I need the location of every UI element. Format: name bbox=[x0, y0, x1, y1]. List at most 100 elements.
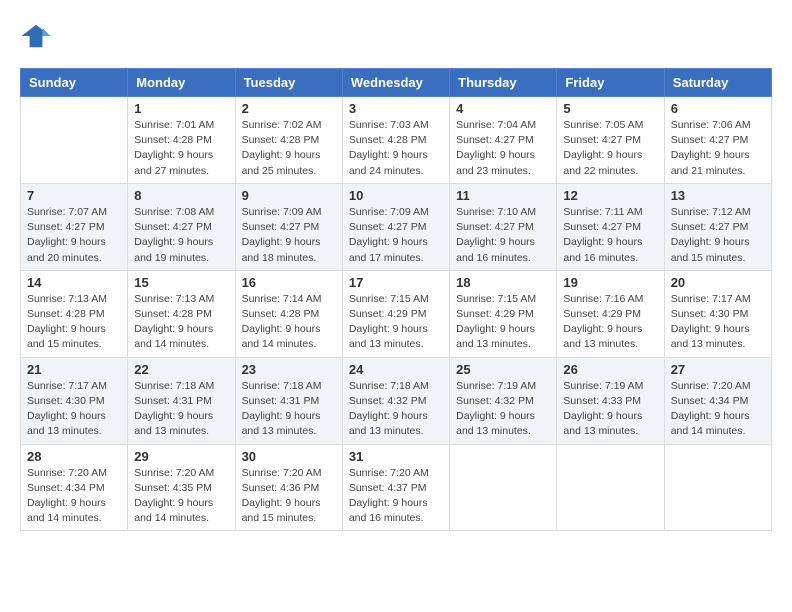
calendar-table: SundayMondayTuesdayWednesdayThursdayFrid… bbox=[20, 68, 772, 531]
day-number: 31 bbox=[349, 449, 443, 464]
day-info: Sunrise: 7:19 AM Sunset: 4:32 PM Dayligh… bbox=[456, 379, 550, 440]
calendar-cell: 14 Sunrise: 7:13 AM Sunset: 4:28 PM Dayli… bbox=[21, 270, 128, 357]
weekday-header: Monday bbox=[128, 69, 235, 97]
weekday-header: Friday bbox=[557, 69, 664, 97]
day-number: 16 bbox=[242, 275, 336, 290]
day-number: 30 bbox=[242, 449, 336, 464]
calendar-cell: 8 Sunrise: 7:08 AM Sunset: 4:27 PM Daylig… bbox=[128, 183, 235, 270]
day-info: Sunrise: 7:20 AM Sunset: 4:37 PM Dayligh… bbox=[349, 466, 443, 527]
day-number: 13 bbox=[671, 188, 765, 203]
calendar-cell: 24Sunrise: 7:18 AM Sunset: 4:32 PM Dayli… bbox=[342, 357, 449, 444]
weekday-header: Saturday bbox=[664, 69, 771, 97]
day-number: 20 bbox=[671, 275, 765, 290]
calendar-cell: 26 Sunrise: 7:19 AM Sunset: 4:33 PM Dayli… bbox=[557, 357, 664, 444]
day-info: Sunrise: 7:09 AM Sunset: 4:27 PM Dayligh… bbox=[242, 205, 336, 266]
weekday-header: Wednesday bbox=[342, 69, 449, 97]
day-info: Sunrise: 7:08 AM Sunset: 4:27 PM Dayligh… bbox=[134, 205, 228, 266]
day-number: 10 bbox=[349, 188, 443, 203]
calendar-cell: 16 Sunrise: 7:14 AM Sunset: 4:28 PM Dayli… bbox=[235, 270, 342, 357]
day-info: Sunrise: 7:20 AM Sunset: 4:36 PM Dayligh… bbox=[242, 466, 336, 527]
day-info: Sunrise: 7:16 AM Sunset: 4:29 PM Dayligh… bbox=[563, 292, 657, 353]
day-info: Sunrise: 7:18 AM Sunset: 4:31 PM Dayligh… bbox=[242, 379, 336, 440]
day-info: Sunrise: 7:17 AM Sunset: 4:30 PM Dayligh… bbox=[671, 292, 765, 353]
day-number: 28 bbox=[27, 449, 121, 464]
day-number: 3 bbox=[349, 101, 443, 116]
day-number: 11 bbox=[456, 188, 550, 203]
calendar-cell: 4 Sunrise: 7:04 AM Sunset: 4:27 PM Daylig… bbox=[450, 97, 557, 184]
day-info: Sunrise: 7:13 AM Sunset: 4:28 PM Dayligh… bbox=[27, 292, 121, 353]
calendar-cell: 10Sunrise: 7:09 AM Sunset: 4:27 PM Dayli… bbox=[342, 183, 449, 270]
day-info: Sunrise: 7:17 AM Sunset: 4:30 PM Dayligh… bbox=[27, 379, 121, 440]
day-info: Sunrise: 7:03 AM Sunset: 4:28 PM Dayligh… bbox=[349, 118, 443, 179]
calendar-cell: 20 Sunrise: 7:17 AM Sunset: 4:30 PM Dayli… bbox=[664, 270, 771, 357]
day-info: Sunrise: 7:10 AM Sunset: 4:27 PM Dayligh… bbox=[456, 205, 550, 266]
weekday-header: Sunday bbox=[21, 69, 128, 97]
day-info: Sunrise: 7:12 AM Sunset: 4:27 PM Dayligh… bbox=[671, 205, 765, 266]
logo bbox=[20, 20, 56, 52]
weekday-header: Tuesday bbox=[235, 69, 342, 97]
day-info: Sunrise: 7:07 AM Sunset: 4:27 PM Dayligh… bbox=[27, 205, 121, 266]
calendar-cell: 3 Sunrise: 7:03 AM Sunset: 4:28 PM Daylig… bbox=[342, 97, 449, 184]
calendar-cell bbox=[450, 444, 557, 531]
day-info: Sunrise: 7:06 AM Sunset: 4:27 PM Dayligh… bbox=[671, 118, 765, 179]
calendar-cell bbox=[664, 444, 771, 531]
day-info: Sunrise: 7:14 AM Sunset: 4:28 PM Dayligh… bbox=[242, 292, 336, 353]
day-info: Sunrise: 7:15 AM Sunset: 4:29 PM Dayligh… bbox=[456, 292, 550, 353]
day-info: Sunrise: 7:20 AM Sunset: 4:34 PM Dayligh… bbox=[671, 379, 765, 440]
calendar-cell: 29 Sunrise: 7:20 AM Sunset: 4:35 PM Dayli… bbox=[128, 444, 235, 531]
day-info: Sunrise: 7:11 AM Sunset: 4:27 PM Dayligh… bbox=[563, 205, 657, 266]
calendar-cell: 7 Sunrise: 7:07 AM Sunset: 4:27 PM Daylig… bbox=[21, 183, 128, 270]
day-number: 26 bbox=[563, 362, 657, 377]
calendar-cell bbox=[21, 97, 128, 184]
day-number: 19 bbox=[563, 275, 657, 290]
day-info: Sunrise: 7:18 AM Sunset: 4:32 PM Dayligh… bbox=[349, 379, 443, 440]
calendar-cell: 5 Sunrise: 7:05 AM Sunset: 4:27 PM Daylig… bbox=[557, 97, 664, 184]
calendar-cell: 28 Sunrise: 7:20 AM Sunset: 4:34 PM Dayli… bbox=[21, 444, 128, 531]
day-number: 23 bbox=[242, 362, 336, 377]
day-number: 14 bbox=[27, 275, 121, 290]
calendar-cell: 6Sunrise: 7:06 AM Sunset: 4:27 PM Daylig… bbox=[664, 97, 771, 184]
day-number: 27 bbox=[671, 362, 765, 377]
day-info: Sunrise: 7:05 AM Sunset: 4:27 PM Dayligh… bbox=[563, 118, 657, 179]
day-info: Sunrise: 7:19 AM Sunset: 4:33 PM Dayligh… bbox=[563, 379, 657, 440]
day-number: 4 bbox=[456, 101, 550, 116]
day-number: 29 bbox=[134, 449, 228, 464]
day-info: Sunrise: 7:20 AM Sunset: 4:35 PM Dayligh… bbox=[134, 466, 228, 527]
day-number: 17 bbox=[349, 275, 443, 290]
day-info: Sunrise: 7:04 AM Sunset: 4:27 PM Dayligh… bbox=[456, 118, 550, 179]
page-header bbox=[20, 20, 772, 52]
calendar-cell bbox=[557, 444, 664, 531]
calendar-cell: 30 Sunrise: 7:20 AM Sunset: 4:36 PM Dayli… bbox=[235, 444, 342, 531]
day-info: Sunrise: 7:13 AM Sunset: 4:28 PM Dayligh… bbox=[134, 292, 228, 353]
day-number: 1 bbox=[134, 101, 228, 116]
day-number: 2 bbox=[242, 101, 336, 116]
logo-bird-icon bbox=[20, 20, 52, 52]
calendar-cell: 31 Sunrise: 7:20 AM Sunset: 4:37 PM Dayli… bbox=[342, 444, 449, 531]
day-number: 5 bbox=[563, 101, 657, 116]
calendar-cell: 15 Sunrise: 7:13 AM Sunset: 4:28 PM Dayli… bbox=[128, 270, 235, 357]
logo-inner bbox=[20, 20, 56, 52]
day-info: Sunrise: 7:20 AM Sunset: 4:34 PM Dayligh… bbox=[27, 466, 121, 527]
calendar-cell: 17 Sunrise: 7:15 AM Sunset: 4:29 PM Dayli… bbox=[342, 270, 449, 357]
day-info: Sunrise: 7:02 AM Sunset: 4:28 PM Dayligh… bbox=[242, 118, 336, 179]
calendar-cell: 12Sunrise: 7:11 AM Sunset: 4:27 PM Dayli… bbox=[557, 183, 664, 270]
day-number: 15 bbox=[134, 275, 228, 290]
calendar-cell: 11 Sunrise: 7:10 AM Sunset: 4:27 PM Dayli… bbox=[450, 183, 557, 270]
day-info: Sunrise: 7:18 AM Sunset: 4:31 PM Dayligh… bbox=[134, 379, 228, 440]
day-info: Sunrise: 7:15 AM Sunset: 4:29 PM Dayligh… bbox=[349, 292, 443, 353]
day-number: 8 bbox=[134, 188, 228, 203]
calendar-cell: 1Sunrise: 7:01 AM Sunset: 4:28 PM Daylig… bbox=[128, 97, 235, 184]
calendar-cell: 13 Sunrise: 7:12 AM Sunset: 4:27 PM Dayli… bbox=[664, 183, 771, 270]
calendar-cell: 22 Sunrise: 7:18 AM Sunset: 4:31 PM Dayli… bbox=[128, 357, 235, 444]
calendar-cell: 25 Sunrise: 7:19 AM Sunset: 4:32 PM Dayli… bbox=[450, 357, 557, 444]
calendar-cell: 9 Sunrise: 7:09 AM Sunset: 4:27 PM Daylig… bbox=[235, 183, 342, 270]
day-number: 9 bbox=[242, 188, 336, 203]
calendar-cell: 27 Sunrise: 7:20 AM Sunset: 4:34 PM Dayli… bbox=[664, 357, 771, 444]
day-number: 25 bbox=[456, 362, 550, 377]
calendar-cell: 2 Sunrise: 7:02 AM Sunset: 4:28 PM Daylig… bbox=[235, 97, 342, 184]
day-number: 7 bbox=[27, 188, 121, 203]
day-number: 22 bbox=[134, 362, 228, 377]
day-number: 18 bbox=[456, 275, 550, 290]
day-number: 21 bbox=[27, 362, 121, 377]
calendar-cell: 18 Sunrise: 7:15 AM Sunset: 4:29 PM Dayli… bbox=[450, 270, 557, 357]
